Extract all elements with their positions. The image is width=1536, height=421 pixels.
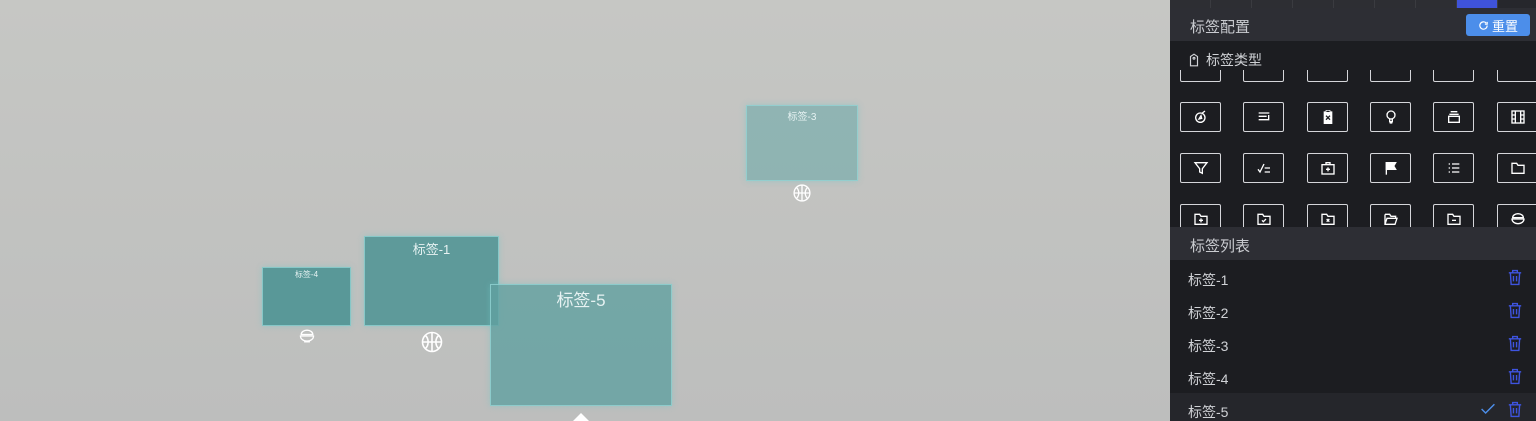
tab-1[interactable]: [1170, 0, 1211, 8]
rice-bowl-icon: [298, 328, 316, 344]
tag-config-panel: 标签配置 重置 标签类型 标签列表 标签-1 标签-2 标签-3 标签-4 标签…: [1170, 0, 1536, 421]
trash-icon[interactable]: [1507, 368, 1523, 385]
tag-4-title: 标签-4: [294, 270, 319, 279]
trash-icon[interactable]: [1507, 302, 1523, 319]
tag-list-item-label: 标签-5: [1188, 404, 1229, 420]
tag-list-item-selected[interactable]: 标签-5: [1170, 393, 1536, 421]
icon-cell-check-list[interactable]: [1243, 153, 1284, 183]
icon-grid: [1170, 70, 1536, 227]
tag-list-item[interactable]: 标签-4: [1170, 360, 1536, 393]
filter-icon: [1193, 162, 1208, 175]
trash-icon[interactable]: [1507, 401, 1523, 418]
folder-icon: [1510, 162, 1525, 174]
align-right-icon: [1258, 112, 1269, 121]
tag-4-card[interactable]: 标签-4: [262, 267, 351, 326]
tag-list-item[interactable]: 标签-3: [1170, 327, 1536, 360]
icon-cell-hidden-6[interactable]: [1497, 70, 1536, 82]
rice-bowl-icon: [1510, 213, 1525, 225]
compass-icon: [1194, 110, 1206, 123]
icon-cell-folder-x[interactable]: [1307, 204, 1348, 227]
first-aid-icon: [1320, 162, 1335, 175]
tab-4[interactable]: [1293, 0, 1334, 8]
tag-1-title: 标签-1: [412, 242, 451, 257]
trash-icon[interactable]: [1507, 335, 1523, 352]
icon-cell-first-aid[interactable]: [1307, 153, 1348, 183]
icon-cell-hidden-2[interactable]: [1243, 70, 1284, 82]
tab-6[interactable]: [1375, 0, 1416, 8]
tag-list-header: 标签列表: [1170, 227, 1536, 260]
icon-cell-flag[interactable]: [1370, 153, 1411, 183]
bulb-icon: [1385, 110, 1396, 124]
tag-1-card[interactable]: 标签-1: [364, 236, 499, 326]
icon-cell-folder-minus[interactable]: [1433, 204, 1474, 227]
tag-3-title: 标签-3: [787, 112, 817, 123]
panel-header: 标签配置 重置: [1170, 8, 1536, 41]
tag-type-label: 标签类型: [1206, 52, 1262, 68]
tag-list-item-label: 标签-2: [1188, 305, 1229, 321]
icon-cell-folder-check[interactable]: [1243, 204, 1284, 227]
box-icon: [1447, 111, 1460, 123]
tab-7[interactable]: [1416, 0, 1457, 8]
folder-x-icon: [1320, 213, 1335, 225]
icon-cell-bulb[interactable]: [1370, 102, 1411, 132]
check-list-icon: [1256, 163, 1270, 174]
tag-5-title: 标签-5: [556, 291, 606, 310]
list-icon: [1448, 163, 1459, 173]
folder-minus-icon: [1446, 213, 1461, 225]
tab-3[interactable]: [1252, 0, 1293, 8]
basketball-icon: [792, 183, 812, 203]
icon-cell-align-right[interactable]: [1243, 102, 1284, 132]
tag-3-card[interactable]: 标签-3: [746, 105, 858, 181]
flag-icon: [1385, 162, 1397, 175]
top-tab-strip: [1170, 0, 1536, 8]
film-icon: [1510, 110, 1525, 124]
icon-cell-hidden-3[interactable]: [1307, 70, 1348, 82]
icon-cell-folder-add[interactable]: [1180, 204, 1221, 227]
icon-cell-filter[interactable]: [1180, 153, 1221, 183]
tag-list-item-label: 标签-1: [1188, 272, 1229, 288]
tag-list-title: 标签列表: [1190, 238, 1251, 255]
icon-cell-folder[interactable]: [1497, 153, 1536, 183]
refresh-icon: [1478, 20, 1489, 31]
icon-cell-hidden-1[interactable]: [1180, 70, 1221, 82]
icon-cell-list[interactable]: [1433, 153, 1474, 183]
tag-list-item-label: 标签-3: [1188, 338, 1229, 354]
tag-5-pointer: [573, 413, 589, 421]
tag-list-item[interactable]: 标签-1: [1170, 261, 1536, 294]
reset-button[interactable]: 重置: [1466, 14, 1530, 36]
icon-cell-clipboard-x[interactable]: [1307, 102, 1348, 132]
icon-cell-hidden-4[interactable]: [1370, 70, 1411, 82]
folder-open-icon: [1383, 213, 1398, 225]
icon-cell-folder-open[interactable]: [1370, 204, 1411, 227]
icon-cell-box[interactable]: [1433, 102, 1474, 132]
clipboard-x-icon: [1323, 110, 1332, 124]
folder-check-icon: [1256, 213, 1271, 225]
basketball-icon: [420, 330, 444, 354]
tab-2[interactable]: [1211, 0, 1252, 8]
panel-title: 标签配置: [1190, 19, 1251, 36]
trash-icon[interactable]: [1507, 269, 1523, 286]
folder-add-icon: [1193, 213, 1208, 225]
icon-cell-rice-bowl[interactable]: [1497, 204, 1536, 227]
icon-cell-hidden-5[interactable]: [1433, 70, 1474, 82]
reset-label: 重置: [1491, 18, 1518, 34]
tag-icon: [1188, 53, 1200, 67]
tag-list-item-label: 标签-4: [1188, 371, 1229, 387]
tab-5[interactable]: [1334, 0, 1375, 8]
scene-viewport[interactable]: 标签-3 标签-4 标签-1 标签-5: [0, 0, 1170, 421]
tag-list-item[interactable]: 标签-2: [1170, 294, 1536, 327]
checkmark-icon: [1481, 403, 1495, 415]
tag-5-card[interactable]: 标签-5: [490, 284, 672, 406]
tag-type-title: 标签类型: [1188, 50, 1262, 70]
icon-cell-compass[interactable]: [1180, 102, 1221, 132]
tab-8[interactable]: [1457, 0, 1498, 8]
icon-cell-film[interactable]: [1497, 102, 1536, 132]
